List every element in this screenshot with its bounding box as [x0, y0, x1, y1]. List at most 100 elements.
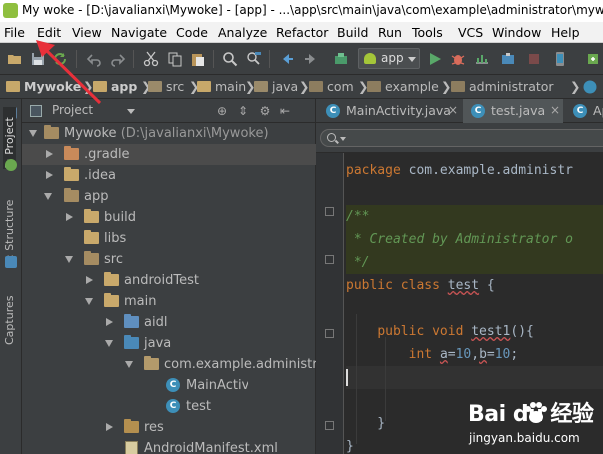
menu-navigate[interactable]: Navigate [111, 25, 167, 40]
collapse-all-icon[interactable]: ⇕ [236, 104, 250, 118]
folder-icon [104, 293, 119, 307]
run-configuration-select[interactable]: app [358, 48, 420, 69]
save-all-icon[interactable] [30, 51, 46, 67]
forward-icon[interactable] [303, 51, 319, 67]
tree-item-res[interactable]: res [22, 417, 316, 438]
code-line[interactable]: * Created by Administrator o [346, 228, 603, 251]
breadcrumb-item-com[interactable]: com [309, 79, 354, 95]
tree-item-label: libs [104, 231, 127, 246]
menu-help[interactable]: Help [551, 25, 580, 40]
collapsed-arrow-icon[interactable] [86, 276, 93, 284]
tree-item-mywoke[interactable]: Mywoke (D:\javalianxi\Mywoke) [22, 123, 316, 144]
tab-test-java[interactable]: C test.java × [463, 99, 563, 123]
open-folder-icon[interactable] [7, 51, 23, 67]
close-icon[interactable]: × [550, 103, 560, 117]
find-icon[interactable] [222, 51, 238, 67]
tree-item-main[interactable]: main [22, 291, 316, 312]
tree-item-java[interactable]: java [22, 333, 316, 354]
code-line[interactable]: */ [346, 251, 603, 274]
collapsed-arrow-icon[interactable] [106, 318, 113, 326]
back-icon[interactable] [279, 51, 295, 67]
tab-mainactivity-java[interactable]: C MainActivity.java × [318, 99, 461, 123]
search-input[interactable] [320, 129, 603, 147]
hide-panel-icon[interactable]: ⇤ [278, 104, 292, 118]
expand-arrow-icon[interactable] [65, 256, 73, 263]
tree-item-aidl[interactable]: aidl [22, 312, 316, 333]
breadcrumb-item-java[interactable]: java [254, 79, 298, 95]
tree-item-src[interactable]: src [22, 249, 316, 270]
close-icon[interactable]: × [448, 103, 458, 117]
project-view-select[interactable]: Project [30, 102, 158, 120]
tab-ap[interactable]: C Ap [565, 99, 603, 123]
menu-analyze[interactable]: Analyze [218, 25, 267, 40]
fold-marker-icon[interactable] [325, 329, 334, 338]
code-line[interactable]: /** [346, 205, 603, 228]
tree-item-name: Mywoke [64, 126, 117, 141]
expand-arrow-icon[interactable] [44, 193, 52, 200]
collapsed-arrow-icon[interactable] [46, 150, 53, 158]
aidl-folder-icon [124, 314, 139, 328]
tree-item-idea[interactable]: .idea [22, 165, 316, 186]
menu-refactor[interactable]: Refactor [276, 25, 328, 40]
menu-code[interactable]: Code [176, 25, 208, 40]
tab-structure[interactable]: 2: Structure [3, 193, 16, 265]
sync-icon[interactable] [52, 51, 68, 67]
tree-item-build[interactable]: build [22, 207, 316, 228]
breadcrumb-item-mywoke[interactable]: Mywoke [6, 79, 81, 95]
fold-marker-icon[interactable] [325, 207, 334, 216]
breadcrumb-item-app[interactable]: app [93, 79, 137, 95]
menu-file[interactable]: File [4, 25, 25, 40]
toolbar-separator [76, 50, 77, 68]
code-line[interactable]: package com.example.administr [346, 159, 603, 182]
tree-item-manifest[interactable]: AndroidManifest.xml [22, 438, 316, 454]
paste-icon[interactable] [190, 51, 206, 67]
fold-marker-icon[interactable] [325, 421, 334, 430]
profile-icon[interactable] [474, 51, 490, 67]
expand-arrow-icon[interactable] [85, 298, 93, 305]
fold-marker-icon[interactable] [325, 255, 334, 264]
tree-item-libs[interactable]: libs [22, 228, 316, 249]
expand-arrow-icon[interactable] [105, 340, 113, 347]
attach-debugger-icon[interactable] [500, 51, 516, 67]
breadcrumb-item-src[interactable]: src [148, 79, 184, 95]
avd-manager-icon[interactable] [552, 51, 568, 67]
collapsed-arrow-icon[interactable] [66, 213, 73, 221]
code-line[interactable] [346, 182, 603, 205]
menu-view[interactable]: View [72, 25, 102, 40]
tab-captures[interactable]: Captures [3, 291, 16, 345]
breadcrumb-item-administrator[interactable]: administrator [451, 79, 554, 95]
collapsed-arrow-icon[interactable] [106, 423, 113, 431]
expand-arrow-icon[interactable] [29, 130, 37, 137]
target-icon[interactable]: ⊕ [215, 104, 229, 118]
sdk-manager-icon[interactable] [585, 51, 601, 67]
gear-icon[interactable]: ⚙ [258, 104, 272, 118]
tree-item-app[interactable]: app [22, 186, 316, 207]
menu-build[interactable]: Build [337, 25, 368, 40]
menu-vcs[interactable]: VCS [458, 25, 483, 40]
collapsed-arrow-icon[interactable] [46, 171, 53, 179]
code-line[interactable]: public class test { [346, 274, 603, 297]
replace-icon[interactable] [246, 51, 262, 67]
tree-item-mainactivity[interactable]: C MainActivity [22, 375, 316, 396]
tree-item-test[interactable]: C test [22, 396, 316, 417]
run-icon[interactable] [427, 51, 443, 67]
expand-arrow-icon[interactable] [125, 361, 133, 368]
menu-edit[interactable]: Edit [37, 25, 61, 40]
tree-item-package[interactable]: com.example.administrato [22, 354, 339, 375]
make-project-icon[interactable] [333, 51, 349, 67]
debug-icon[interactable] [450, 51, 466, 67]
cut-icon[interactable] [143, 51, 159, 67]
breadcrumb-item-example[interactable]: example [367, 79, 439, 95]
tree-item-androidtest[interactable]: androidTest [22, 270, 316, 291]
chevron-down-icon[interactable] [340, 137, 346, 141]
undo-icon[interactable] [86, 51, 102, 67]
menu-window[interactable]: Window [492, 25, 541, 40]
menu-tools[interactable]: Tools [412, 25, 443, 40]
copy-icon[interactable] [167, 51, 183, 67]
menu-run[interactable]: Run [378, 25, 402, 40]
stop-icon[interactable] [526, 51, 542, 67]
breadcrumb-item-main[interactable]: main [197, 79, 246, 95]
code-line[interactable] [346, 297, 603, 320]
tree-item-gradle[interactable]: .gradle [22, 144, 316, 165]
redo-icon[interactable] [110, 51, 126, 67]
